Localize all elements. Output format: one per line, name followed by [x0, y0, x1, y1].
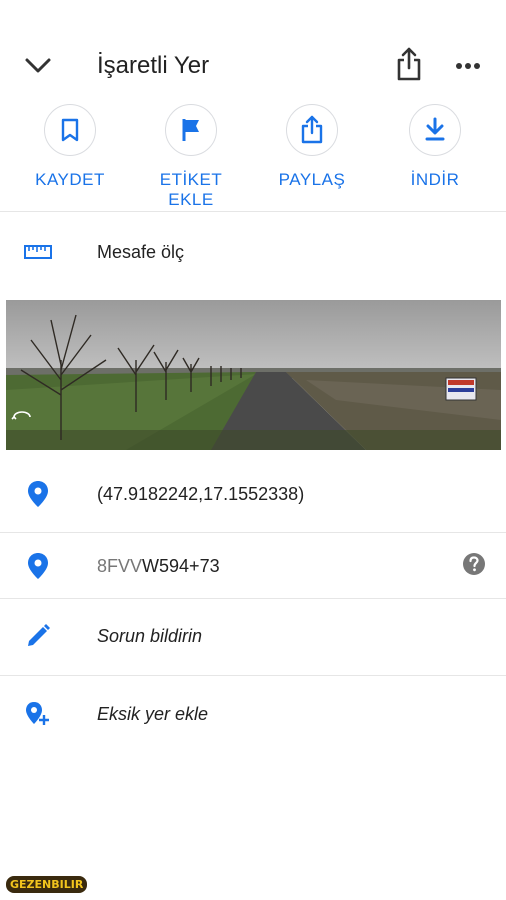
- more-options-icon[interactable]: [452, 50, 484, 82]
- top-bar: İşaretli Yer: [0, 30, 506, 100]
- report-problem-label: Sorun bildirin: [97, 626, 203, 646]
- label-button[interactable]: ETİKET EKLE: [131, 100, 251, 210]
- share-icon[interactable]: [392, 46, 426, 82]
- page-title: İşaretli Yer: [97, 52, 210, 79]
- plus-code-prefix: 8FVV: [97, 556, 143, 576]
- report-problem-row[interactable]: Sorun bildirin: [0, 610, 506, 662]
- collapse-chevron-icon[interactable]: [22, 50, 54, 82]
- divider: [0, 211, 506, 212]
- measure-distance-label: Mesafe ölç: [97, 242, 185, 262]
- plus-code-value: W594+73: [142, 556, 220, 576]
- divider: [0, 532, 506, 533]
- pencil-icon: [22, 620, 54, 652]
- help-icon[interactable]: [462, 552, 486, 576]
- save-label: KAYDET: [35, 170, 105, 189]
- share-button[interactable]: PAYLAŞ: [252, 100, 372, 190]
- measure-distance-row[interactable]: Mesafe ölç: [0, 228, 506, 276]
- watermark-logo: GEZENBILIR: [6, 876, 88, 893]
- download-button[interactable]: İNDİR: [375, 100, 495, 190]
- divider: [0, 598, 506, 599]
- location-pin-icon: [22, 550, 54, 582]
- download-icon: [409, 104, 461, 156]
- ruler-icon: [22, 236, 54, 268]
- share-label: PAYLAŞ: [278, 170, 346, 189]
- flag-icon: [165, 104, 217, 156]
- action-buttons: KAYDET ETİKET EKLE PAYLAŞ İNDİR: [0, 100, 506, 210]
- label-label: ETİKET EKLE: [159, 170, 223, 209]
- divider: [0, 675, 506, 676]
- plus-code-row[interactable]: 8FVVW594+73: [0, 540, 506, 592]
- save-button[interactable]: KAYDET: [10, 100, 130, 190]
- coordinates-row[interactable]: (47.9182242,17.1552338): [0, 470, 506, 522]
- download-label: İNDİR: [410, 170, 460, 189]
- add-missing-place-label: Eksik yer ekle: [97, 704, 209, 724]
- coordinates-text: (47.9182242,17.1552338): [97, 484, 305, 504]
- add-missing-place-row[interactable]: Eksik yer ekle: [0, 688, 506, 740]
- add-location-icon: [22, 698, 54, 730]
- bookmark-icon: [44, 104, 96, 156]
- plus-code-text: 8FVVW594+73: [97, 556, 220, 577]
- location-pin-icon: [22, 478, 54, 510]
- street-view-thumbnail[interactable]: [6, 300, 501, 450]
- share-icon: [286, 104, 338, 156]
